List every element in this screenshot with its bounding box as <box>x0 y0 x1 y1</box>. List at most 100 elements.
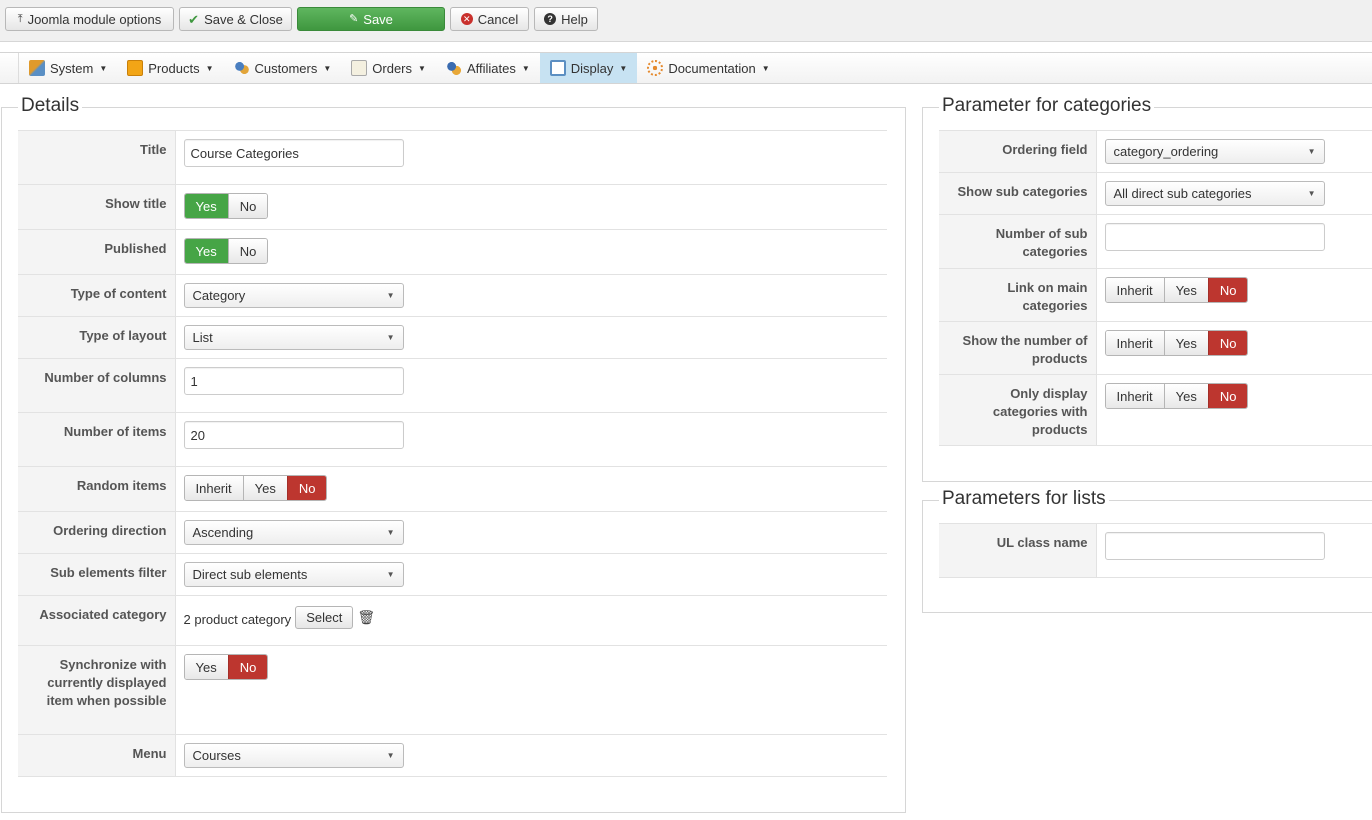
row-title: Title <box>18 130 887 185</box>
menu-item-system[interactable]: System ▼ <box>19 53 117 83</box>
save-button[interactable]: ✎ Save <box>297 7 445 31</box>
synchronize-no[interactable]: No <box>227 655 268 679</box>
chevron-down-icon: ▼ <box>619 63 628 73</box>
sub-filter-select[interactable]: Direct sub elements ▼ <box>183 562 404 587</box>
menu-item-customers[interactable]: Customers ▼ <box>224 53 342 83</box>
dropdown-arrow-icon: ▼ <box>1307 147 1316 156</box>
random-yes[interactable]: Yes <box>242 476 287 500</box>
items-input[interactable] <box>183 421 404 449</box>
show-number-inherit[interactable]: Inherit <box>1105 331 1164 355</box>
title-input[interactable] <box>183 139 404 167</box>
main-menu: System ▼ Products ▼ Customers ▼ Orders ▼ Aff… <box>18 53 780 83</box>
link-main-inherit[interactable]: Inherit <box>1105 278 1164 302</box>
help-button[interactable]: ? Help <box>534 7 598 31</box>
show-title-no[interactable]: No <box>227 194 268 218</box>
type-layout-select[interactable]: List ▼ <box>183 325 404 350</box>
link-main-yes[interactable]: Yes <box>1163 278 1208 302</box>
row-type-content: Type of content Category ▼ <box>18 274 887 317</box>
only-display-toggle: Inherit Yes No <box>1104 383 1249 409</box>
ordering-field-cell: category_ordering ▼ <box>1096 130 1372 173</box>
columns-input[interactable] <box>183 367 404 395</box>
row-ordering-direction: Ordering direction Ascending ▼ <box>18 511 887 554</box>
random-inherit[interactable]: Inherit <box>184 476 243 500</box>
menu-label-system: System <box>50 60 94 76</box>
only-display-yes[interactable]: Yes <box>1163 384 1208 408</box>
ul-class-label: UL class name <box>939 523 1097 578</box>
chevron-down-icon: ▼ <box>761 63 770 73</box>
edit-icon: ✎ <box>349 12 359 25</box>
menu-cell: Courses ▼ <box>175 734 887 777</box>
title-cell <box>175 130 887 185</box>
synchronize-yes[interactable]: Yes <box>184 655 228 679</box>
menu-label-orders: Orders <box>372 60 413 76</box>
categories-form: Ordering field category_ordering ▼ Show s… <box>939 130 1372 446</box>
toolbar: ⤒ Joomla module options ✔ Save & Close ✎… <box>0 0 1372 42</box>
cancel-button[interactable]: ✕ Cancel <box>450 7 529 31</box>
show-number-yes[interactable]: Yes <box>1163 331 1208 355</box>
row-menu: Menu Courses ▼ <box>18 734 887 777</box>
number-sub-categories-cell <box>1096 214 1372 269</box>
menu-label-display: Display <box>570 60 614 76</box>
show-number-products-toggle: Inherit Yes No <box>1104 330 1249 356</box>
random-label: Random items <box>18 466 176 512</box>
ordering-field-label: Ordering field <box>939 130 1097 173</box>
number-sub-categories-input[interactable] <box>1104 223 1325 251</box>
type-content-cell: Category ▼ <box>175 274 887 317</box>
select-category-button[interactable]: Select <box>295 606 354 629</box>
save-close-button[interactable]: ✔ Save & Close <box>179 7 292 31</box>
title-label: Title <box>18 130 176 185</box>
module-options-label: Joomla module options <box>27 11 162 27</box>
dropdown-arrow-icon: ▼ <box>386 751 395 760</box>
row-ordering-field: Ordering field category_ordering ▼ <box>939 130 1372 173</box>
published-no[interactable]: No <box>227 239 268 263</box>
dropdown-arrow-icon: ▼ <box>386 333 395 342</box>
row-show-number-products: Show the number of products Inherit Yes … <box>939 321 1372 375</box>
row-published: Published Yes No <box>18 229 887 275</box>
ordering-direction-select[interactable]: Ascending ▼ <box>183 520 404 545</box>
only-display-no[interactable]: No <box>1207 384 1248 408</box>
random-cell: Inherit Yes No <box>175 466 887 512</box>
menu-item-products[interactable]: Products ▼ <box>117 53 223 83</box>
show-sub-categories-select[interactable]: All direct sub categories ▼ <box>1104 181 1325 206</box>
synchronize-toggle: Yes No <box>183 654 269 680</box>
orders-icon <box>351 60 368 76</box>
row-only-display: Only display categories with products In… <box>939 374 1372 446</box>
module-options-button[interactable]: ⤒ Joomla module options <box>5 7 174 31</box>
dropdown-arrow-icon: ▼ <box>386 291 395 300</box>
ul-class-input[interactable] <box>1104 532 1325 560</box>
menu-item-documentation[interactable]: Documentation ▼ <box>637 53 779 83</box>
type-layout-cell: List ▼ <box>175 316 887 359</box>
affiliates-icon <box>445 60 462 76</box>
columns-cell <box>175 358 887 413</box>
type-layout-label: Type of layout <box>18 316 176 359</box>
type-content-select[interactable]: Category ▼ <box>183 283 404 308</box>
show-number-no[interactable]: No <box>1207 331 1248 355</box>
menu-select[interactable]: Courses ▼ <box>183 743 404 768</box>
menu-value: Courses <box>192 748 241 763</box>
show-sub-categories-label: Show sub categories <box>939 172 1097 215</box>
only-display-inherit[interactable]: Inherit <box>1105 384 1164 408</box>
ordering-field-value: category_ordering <box>1113 144 1219 159</box>
wrench-icon <box>29 60 45 76</box>
display-icon <box>549 60 566 76</box>
menu-item-orders[interactable]: Orders ▼ <box>341 53 436 83</box>
random-no[interactable]: No <box>286 476 327 500</box>
ordering-field-select[interactable]: category_ordering ▼ <box>1104 139 1325 164</box>
menu-label-products: Products <box>148 60 200 76</box>
menu-label-documentation: Documentation <box>668 60 756 76</box>
link-main-no[interactable]: No <box>1207 278 1248 302</box>
associated-category-label: Associated category <box>18 595 176 646</box>
show-sub-categories-cell: All direct sub categories ▼ <box>1096 172 1372 215</box>
row-items: Number of items <box>18 412 887 467</box>
menu-item-affiliates[interactable]: Affiliates ▼ <box>436 53 540 83</box>
show-title-yes[interactable]: Yes <box>184 194 228 218</box>
dropdown-arrow-icon: ▼ <box>386 570 395 579</box>
trash-icon[interactable]: 🗑 <box>357 609 375 626</box>
row-show-sub-categories: Show sub categories All direct sub categ… <box>939 172 1372 215</box>
columns-label: Number of columns <box>18 358 176 413</box>
save-close-label: Save & Close <box>204 11 283 27</box>
published-yes[interactable]: Yes <box>184 239 228 263</box>
dropdown-arrow-icon: ▼ <box>1307 189 1316 198</box>
ordering-direction-cell: Ascending ▼ <box>175 511 887 554</box>
menu-item-display[interactable]: Display ▼ <box>539 53 638 83</box>
